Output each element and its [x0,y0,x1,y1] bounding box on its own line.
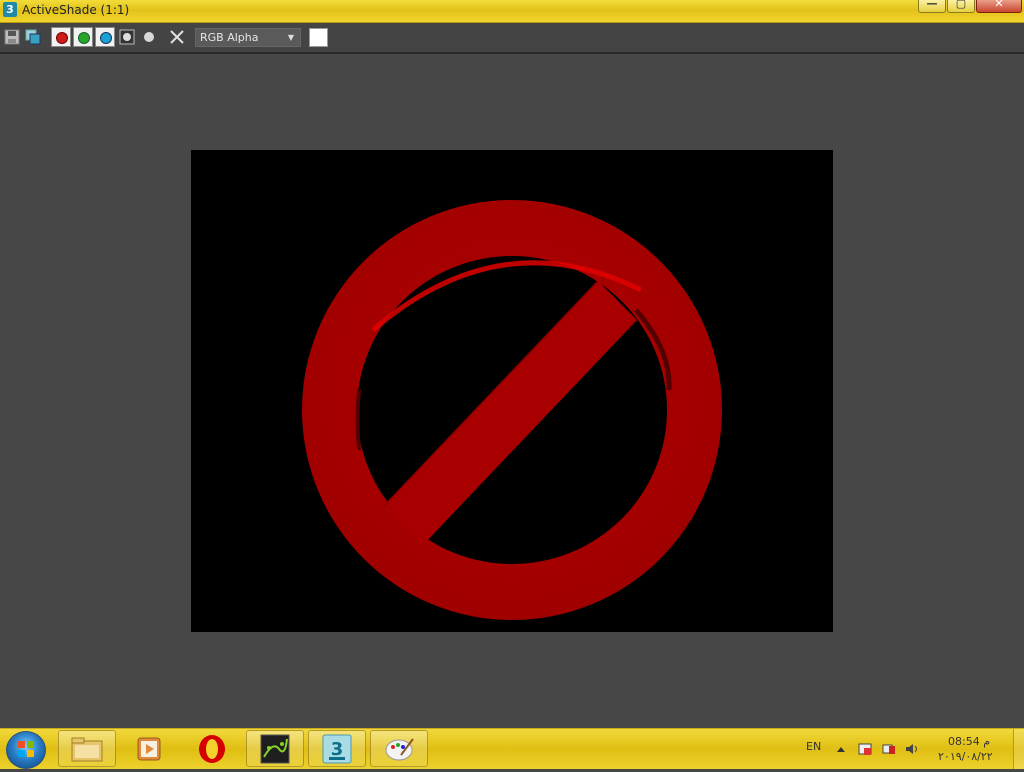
green-channel-toggle[interactable] [73,27,93,47]
minimize-button[interactable]: — [918,0,946,13]
prohibition-sign-render [302,200,722,620]
show-hidden-icons-icon[interactable] [836,742,846,756]
clear-icon[interactable] [169,29,185,45]
explorer-folder-icon [71,737,103,762]
blue-channel-icon [100,32,112,44]
start-button[interactable] [6,731,46,769]
red-channel-toggle[interactable] [51,27,71,47]
ring-inner-shadow-left [355,389,361,451]
taskbar-opera[interactable] [183,730,241,767]
volume-icon[interactable] [905,742,919,756]
chevron-down-icon: ▼ [287,33,294,42]
copy-image-icon[interactable] [25,29,41,45]
close-icon: ✕ [994,0,1004,10]
show-desktop-button[interactable] [1013,729,1024,769]
activeshade-toolbar: RGB Alpha ▼ [0,23,1024,54]
windows-taskbar: 3 EN 08:54 م ٢٠١٩/٠٨/٢٢ [0,728,1024,769]
graph-app-icon [260,734,290,764]
taskbar-explorer[interactable] [58,730,116,767]
media-player-icon [137,737,161,761]
svg-text:3: 3 [331,739,344,760]
display-channel-value: RGB Alpha [200,31,259,44]
save-icon[interactable] [4,29,20,45]
alpha-channel-icon[interactable] [119,29,135,45]
red-channel-icon [56,32,68,44]
taskbar-media-player[interactable] [120,730,178,767]
taskbar-paint[interactable] [370,730,428,767]
color-swatch[interactable] [309,28,328,47]
minimize-icon: — [926,0,938,10]
close-button[interactable]: ✕ [976,0,1022,13]
taskbar-3ds-max[interactable]: 3 [308,730,366,767]
maximize-button[interactable]: ▢ [947,0,975,13]
windows-orb-icon [18,741,34,757]
display-channel-select[interactable]: RGB Alpha ▼ [195,28,301,47]
network-icon[interactable] [882,742,896,756]
clock-date[interactable]: ٢٠١٩/٠٨/٢٢ [938,750,993,763]
3ds-max-icon: 3 [322,734,352,764]
action-center-icon[interactable] [858,742,872,756]
green-channel-icon [78,32,90,44]
window-controls: — ▢ ✕ [917,0,1022,13]
3ds-max-app-icon[interactable]: 3 [3,2,17,17]
clock-time[interactable]: 08:54 م [948,735,990,748]
window-title-bar[interactable]: 3 ActiveShade (1:1) — ▢ ✕ [0,0,1024,23]
opera-icon [199,735,225,763]
paint-icon [385,738,414,761]
maximize-icon: ▢ [955,0,967,10]
window-title: ActiveShade (1:1) [22,3,130,17]
taskbar-graph-app[interactable] [246,730,304,767]
blue-channel-toggle[interactable] [95,27,115,47]
language-indicator[interactable]: EN [806,740,821,753]
monochrome-icon[interactable] [141,29,157,45]
render-viewport[interactable] [191,150,833,632]
